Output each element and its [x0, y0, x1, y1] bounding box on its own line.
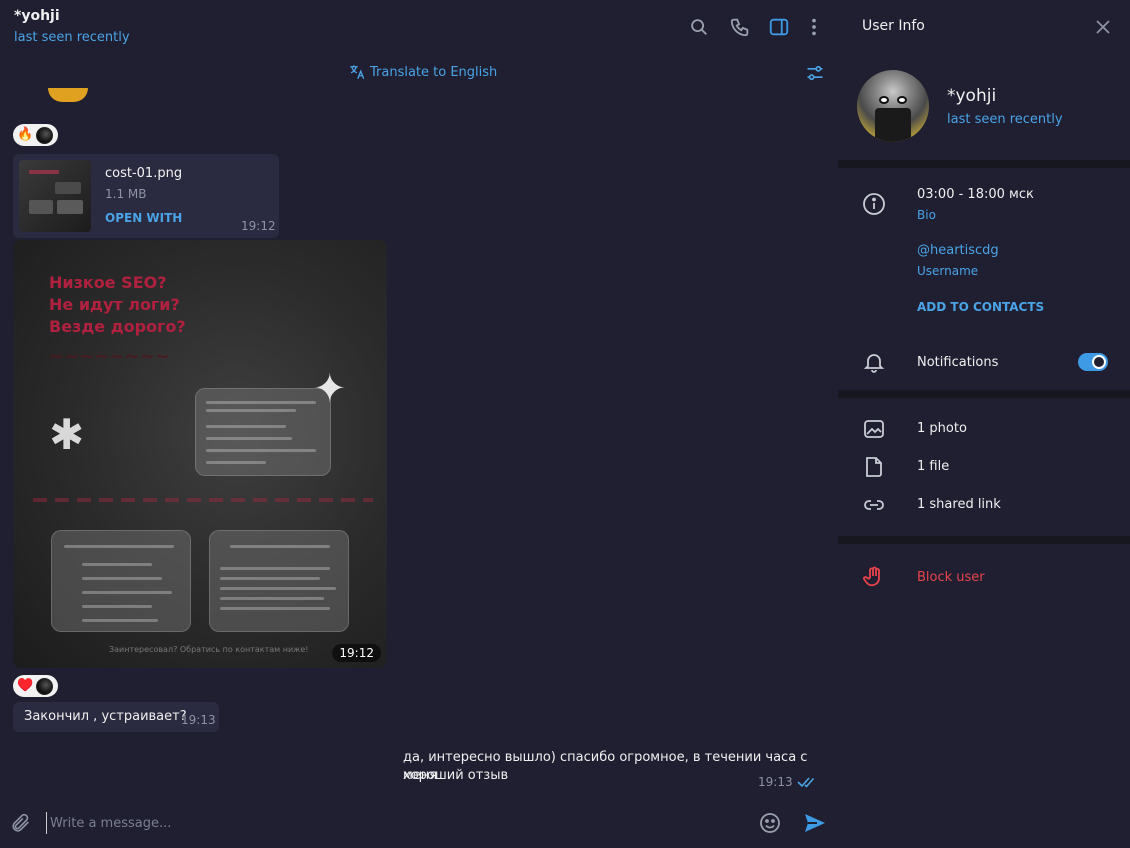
reaction-badge[interactable]: 🔥 — [13, 124, 58, 146]
file-icon — [862, 455, 886, 479]
link-icon — [862, 493, 886, 517]
profile-status: last seen recently — [947, 112, 1063, 127]
file-size: 1.1 MB — [105, 187, 147, 201]
outgoing-message[interactable]: да, интересно вышло) спасибо огромное, в… — [393, 744, 823, 794]
translate-label: Translate to English — [370, 64, 498, 80]
incoming-message[interactable]: Закончил , устраивает? 19:13 — [13, 702, 219, 732]
photo-divider — [33, 498, 373, 502]
sidebar-toggle-icon[interactable] — [768, 16, 790, 38]
translate-button[interactable]: Translate to English — [348, 63, 497, 81]
send-icon[interactable] — [802, 811, 828, 835]
add-to-contacts-button[interactable]: ADD TO CONTACTS — [917, 300, 1044, 314]
bell-icon — [862, 350, 886, 374]
media-files[interactable]: 1 file — [917, 459, 949, 474]
hand-stop-icon — [862, 565, 886, 589]
asterisk-graphic: ✱ — [49, 410, 85, 459]
chat-status: last seen recently — [14, 30, 130, 45]
danger-section: Block user — [838, 544, 1130, 848]
reactor-avatar — [36, 126, 54, 144]
media-section: 1 photo 1 file 1 shared link — [838, 398, 1130, 536]
message-time: 19:12 — [241, 219, 276, 233]
notifications-toggle[interactable] — [1078, 353, 1108, 371]
chat-header: *yohji last seen recently — [0, 0, 838, 54]
translate-icon — [350, 65, 365, 80]
file-message[interactable]: cost-01.png 1.1 MB OPEN WITH 19:12 — [13, 154, 279, 238]
photo-headline: Низкое SEO? Не идут логи? Везде дорого? — [49, 273, 186, 336]
message-text-line2: хороший отзыв — [403, 768, 509, 783]
heart-emoji: ♥️ — [17, 678, 34, 693]
photo-card — [209, 530, 349, 632]
file-name: cost-01.png — [105, 166, 183, 181]
close-icon[interactable] — [1094, 18, 1112, 36]
username-value[interactable]: @heartiscdg — [917, 243, 999, 258]
photo-card — [51, 530, 191, 632]
info-icon — [862, 192, 886, 216]
sparkle-graphic: ✦ — [313, 366, 347, 412]
photo-card — [195, 388, 331, 476]
message-time: 19:13 — [181, 713, 216, 727]
message-time: 19:13 — [758, 775, 793, 789]
profile-section: User Info *yohji last seen recently — [838, 0, 1130, 160]
notifications-label: Notifications — [917, 355, 999, 370]
file-thumbnail[interactable] — [19, 160, 91, 232]
photo-footer: Заинтересовал? Обратись по контактам ниж… — [109, 645, 309, 654]
photo-message[interactable]: Низкое SEO? Не идут логи? Везде дорого? … — [13, 240, 387, 668]
reaction-badge[interactable]: ♥️ — [13, 675, 58, 697]
avatar[interactable] — [857, 70, 929, 142]
photo-decoration: ~~~~~~~~ — [49, 346, 170, 367]
emoji-icon[interactable] — [758, 811, 782, 835]
details-section: 03:00 - 18:00 мск Bio @heartiscdg Userna… — [838, 168, 1130, 390]
search-icon[interactable] — [688, 16, 710, 38]
reactor-avatar — [36, 677, 54, 695]
username-label: Username — [917, 264, 979, 278]
chat-pane: *yohji last seen recently Translate to E… — [0, 0, 838, 848]
chat-title[interactable]: *yohji — [14, 8, 60, 24]
bio-label: Bio — [917, 208, 936, 222]
photo-icon — [862, 417, 886, 441]
user-info-panel: User Info *yohji last seen recently 03:0… — [838, 0, 1130, 848]
phone-icon[interactable] — [729, 16, 751, 38]
block-user-button[interactable]: Block user — [917, 570, 985, 585]
media-links[interactable]: 1 shared link — [917, 497, 1001, 512]
message-input[interactable] — [46, 812, 736, 834]
fire-emoji: 🔥 — [17, 127, 34, 142]
translate-settings-icon[interactable] — [805, 63, 825, 83]
panel-title: User Info — [862, 18, 925, 34]
bio-value: 03:00 - 18:00 мск — [917, 187, 1034, 202]
open-with-button[interactable]: OPEN WITH — [105, 211, 182, 225]
profile-name: *yohji — [947, 86, 997, 106]
more-vertical-icon[interactable] — [803, 16, 825, 38]
sticker-fragment — [48, 88, 88, 102]
attach-icon[interactable] — [10, 812, 32, 834]
message-time: 19:12 — [332, 644, 381, 662]
media-photos[interactable]: 1 photo — [917, 421, 967, 436]
message-text: Закончил , устраивает? — [24, 709, 187, 724]
double-check-icon — [797, 777, 815, 788]
